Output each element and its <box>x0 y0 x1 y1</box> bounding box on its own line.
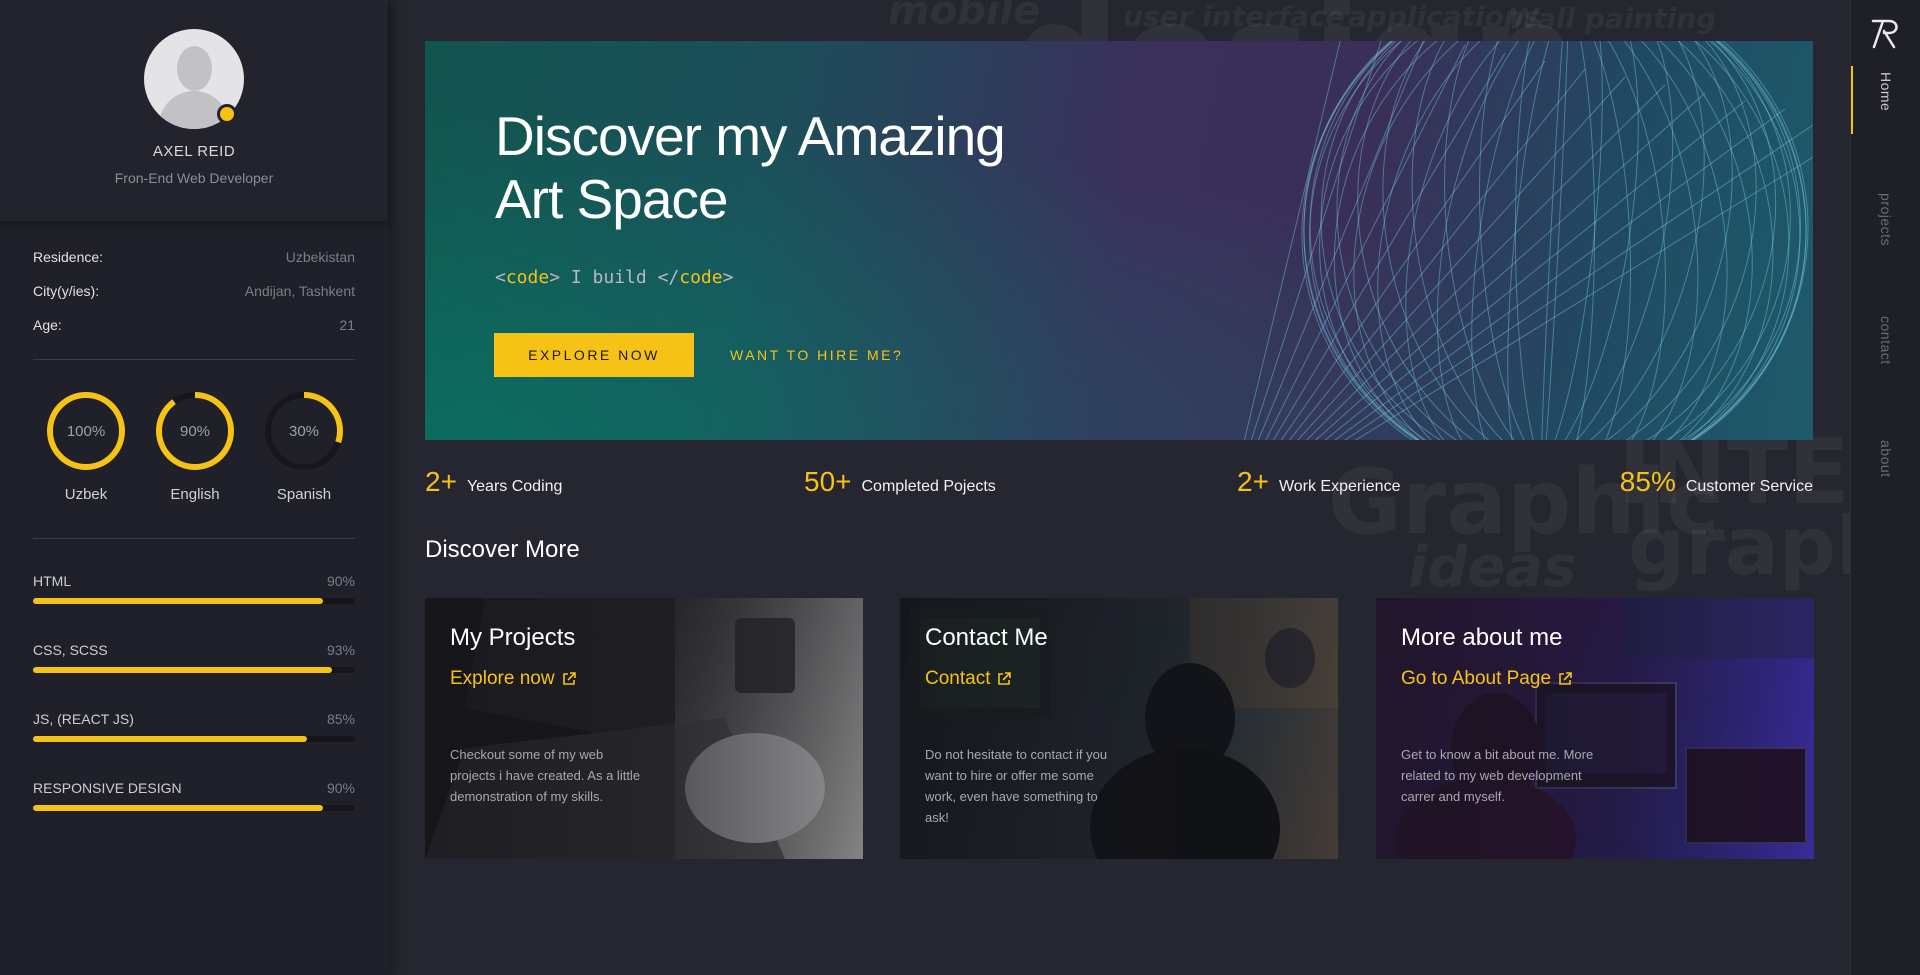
skill-fill <box>33 667 333 673</box>
background-word: user interface <box>1123 0 1345 33</box>
profile-role: Fron-End Web Developer <box>114 170 274 186</box>
skill-bars: HTML 90% CSS, SCSS 93% JS, (REACT JS) 85% R… <box>0 539 388 811</box>
card-my-projects[interactable]: My Projects Explore now Checkout some of… <box>425 598 863 859</box>
online-status-dot <box>217 104 237 124</box>
contact-link[interactable]: Contact <box>925 668 1012 690</box>
hire-me-link[interactable]: WANT TO HIRE ME? <box>730 333 903 377</box>
skill-html: HTML 90% <box>33 573 355 604</box>
main-content: mobile user interface applications Wall … <box>388 0 1850 975</box>
info-row-residence: Residence: Uzbekistan <box>33 249 355 265</box>
language-english: 90% English <box>154 390 236 538</box>
profile-name: AXEL REID <box>152 143 236 160</box>
language-skills: 100% Uzbek 90% English 30% Spanish <box>0 360 388 538</box>
stat-customer-service: 85% Customer Service <box>1619 466 1813 497</box>
personal-info: Residence: Uzbekistan City(y/ies): Andij… <box>0 222 388 351</box>
nav-about[interactable]: about <box>1851 440 1920 478</box>
hero-banner: Discover my Amazing Art Space <code> I b… <box>425 41 1813 440</box>
hero-title: Discover my Amazing Art Space <box>495 105 1006 230</box>
external-link-icon <box>562 672 576 685</box>
card-title: My Projects <box>450 624 576 651</box>
background-word: ideas <box>1408 535 1577 600</box>
skill-fill <box>33 736 307 742</box>
skill-responsive: RESPONSIVE DESIGN 90% <box>33 780 355 811</box>
skill-track <box>33 667 355 673</box>
card-more-about-me[interactable]: More about me Go to About Page Get to kn… <box>1376 598 1814 859</box>
background-word: graph <box>1628 500 1850 593</box>
language-spanish: 30% Spanish <box>263 390 345 538</box>
hero-code-tagline: <code> I build </code> <box>495 267 734 288</box>
card-title: More about me <box>1401 624 1563 651</box>
explore-now-button[interactable]: EXPLORE NOW <box>494 333 694 377</box>
skill-fill <box>33 805 323 811</box>
skill-js: JS, (REACT JS) 85% <box>33 711 355 742</box>
stats-row: 2+ Years Coding 50+ Completed Pojects 2+ Wo… <box>425 466 1813 506</box>
language-uzbek: 100% Uzbek <box>45 390 127 538</box>
skill-track <box>33 805 355 811</box>
avatar-placeholder-icon <box>177 46 212 91</box>
background-word: mobile <box>888 0 1041 34</box>
language-name: Uzbek <box>64 486 108 503</box>
card-title: Contact Me <box>925 624 1048 651</box>
progress-ring: 100% <box>47 392 125 470</box>
stat-completed-projects: 50+ Completed Pojects <box>804 466 996 497</box>
progress-ring: 90% <box>156 392 234 470</box>
portfolio-page: AXEL REID Fron-End Web Developer Residen… <box>0 0 1920 975</box>
card-description: Get to know a bit about me. More related… <box>1401 747 1594 804</box>
background-word: Wall painting <box>1508 2 1717 35</box>
skill-css: CSS, SCSS 93% <box>33 642 355 673</box>
info-row-city: City(y/ies): Andijan, Tashkent <box>33 283 355 299</box>
card-description: Checkout some of my web projects i have … <box>450 747 641 804</box>
language-name: English <box>170 486 220 503</box>
svg-text:100%: 100% <box>67 423 105 440</box>
stat-years-coding: 2+ Years Coding <box>425 466 563 497</box>
background-word: applications <box>1348 0 1541 33</box>
about-page-link[interactable]: Go to About Page <box>1401 668 1572 690</box>
external-link-icon <box>998 672 1012 685</box>
nav-home[interactable]: Home <box>1851 72 1920 111</box>
stat-work-experience: 2+ Work Experience <box>1237 466 1401 497</box>
logo-mark-icon[interactable] <box>1870 13 1904 53</box>
card-description: Do not hesitate to contact if you want t… <box>925 747 1108 825</box>
external-link-icon <box>1559 672 1572 685</box>
skill-track <box>33 598 355 604</box>
profile-sidebar: AXEL REID Fron-End Web Developer Residen… <box>0 0 388 975</box>
card-contact-me[interactable]: Contact Me Contact Do not hesitate to co… <box>900 598 1338 859</box>
right-navigation: Home projects contact about <box>1850 0 1920 975</box>
nav-contact[interactable]: contact <box>1851 316 1920 365</box>
skill-fill <box>33 598 323 604</box>
skill-track <box>33 736 355 742</box>
language-name: Spanish <box>276 486 332 503</box>
svg-text:30%: 30% <box>289 423 319 440</box>
explore-now-link[interactable]: Explore now <box>450 668 576 690</box>
svg-text:90%: 90% <box>180 423 210 440</box>
profile-card: AXEL REID Fron-End Web Developer <box>0 0 388 222</box>
discover-more-heading: Discover More <box>425 536 580 563</box>
wireframe-globe-illustration <box>1243 41 1813 440</box>
nav-projects[interactable]: projects <box>1851 193 1920 246</box>
progress-ring: 30% <box>265 392 343 470</box>
info-row-age: Age: 21 <box>33 317 355 333</box>
